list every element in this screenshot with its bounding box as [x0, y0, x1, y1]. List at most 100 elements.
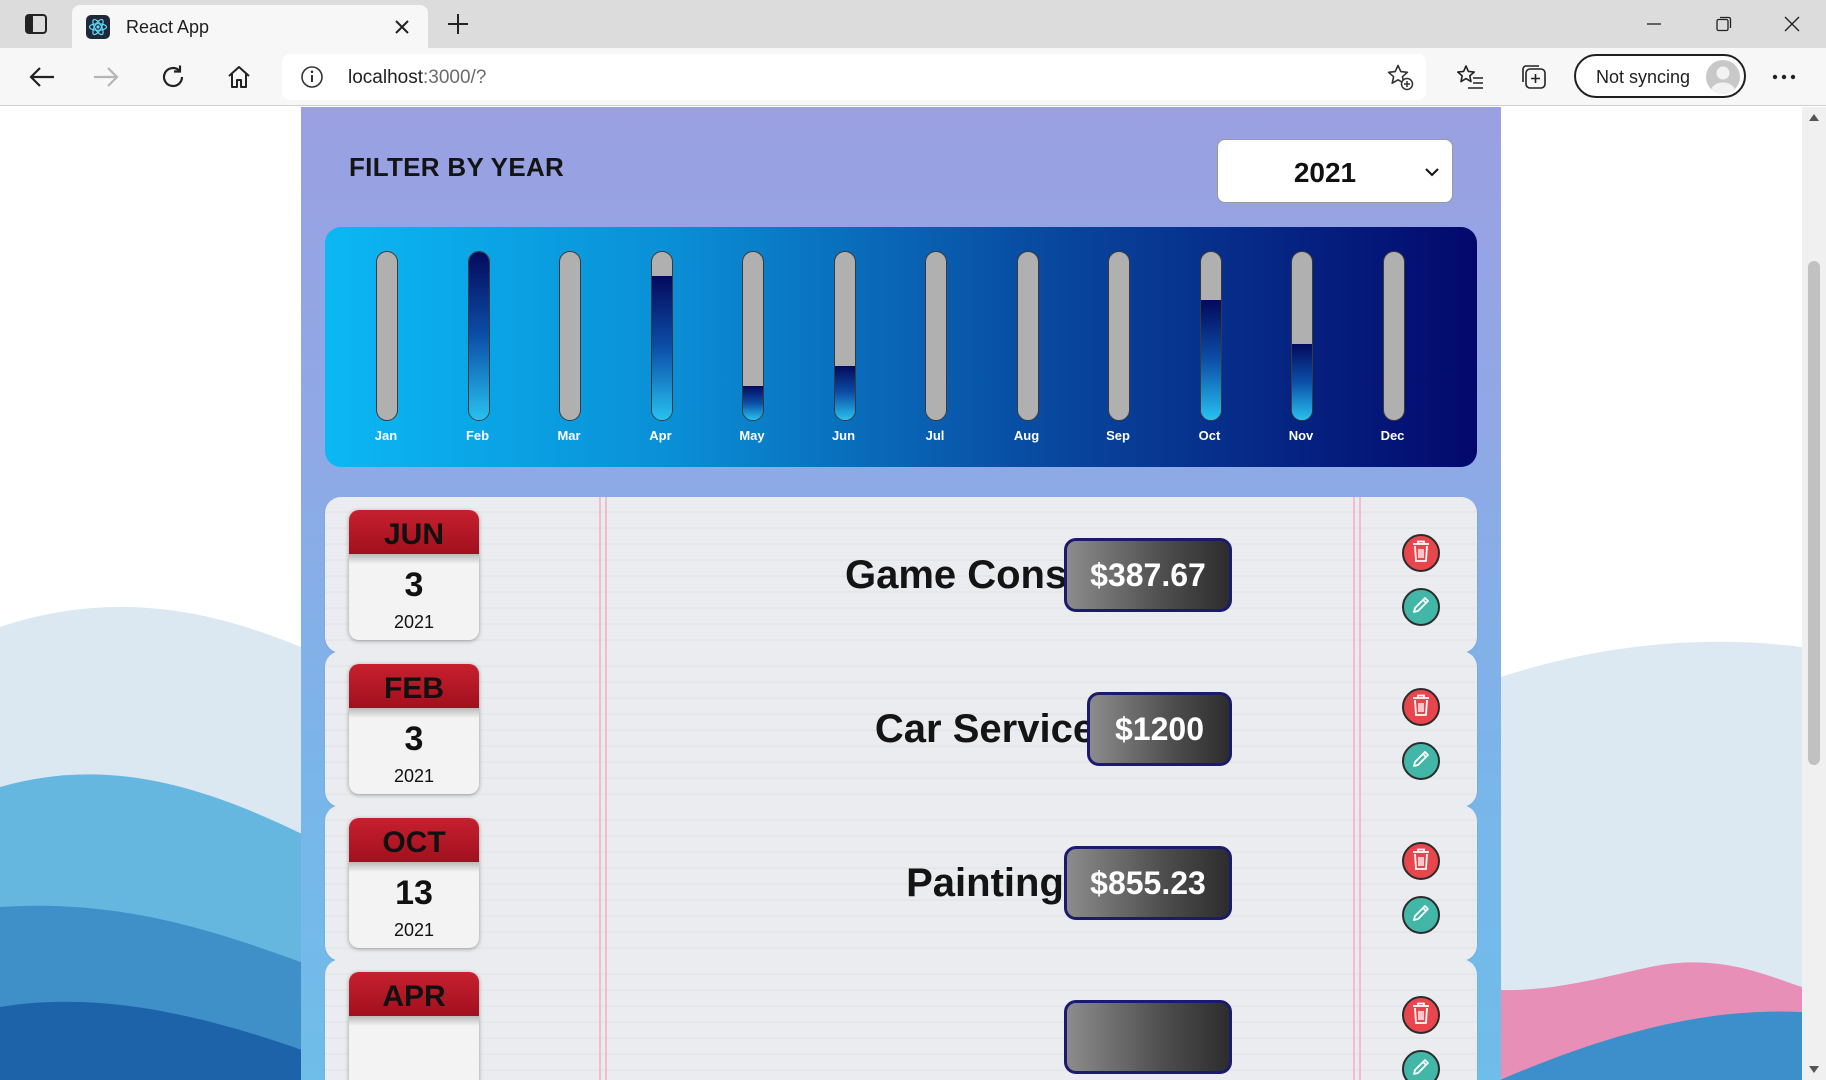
- profile-sync-button[interactable]: Not syncing: [1574, 54, 1746, 98]
- restore-icon[interactable]: [1704, 8, 1744, 40]
- chart-bar-fill: [834, 365, 855, 420]
- chart-bar-track: [925, 251, 947, 421]
- edit-expense-button[interactable]: [1402, 1050, 1440, 1080]
- margin-line: [605, 959, 607, 1080]
- chart-bar-fill: [1200, 300, 1221, 420]
- refresh-icon[interactable]: [155, 59, 191, 95]
- margin-line: [605, 651, 607, 807]
- address-bar[interactable]: localhost:3000/?: [282, 54, 1426, 100]
- more-options-icon[interactable]: [1766, 59, 1802, 95]
- chart-bar-fill: [651, 275, 672, 420]
- sync-label: Not syncing: [1596, 67, 1691, 87]
- trash-icon: [1410, 539, 1432, 568]
- margin-line: [1353, 805, 1355, 961]
- edit-expense-button[interactable]: [1402, 588, 1440, 626]
- delete-expense-button[interactable]: [1402, 842, 1440, 880]
- date-card-shade: [349, 1016, 479, 1026]
- chart-bar-track: [650, 251, 673, 421]
- expense-month: APR: [349, 972, 479, 1016]
- chart-bar-jan: Jan: [338, 251, 434, 443]
- margin-line: [599, 805, 601, 961]
- page-viewport: FILTER BY YEAR 2021 Jan Feb Mar Apr May Jun Ju…: [0, 107, 1802, 1080]
- expense-title: Painting: [906, 861, 1064, 905]
- collections-icon[interactable]: [1516, 59, 1552, 95]
- minimize-icon[interactable]: [1634, 8, 1674, 40]
- date-card-shade: [349, 862, 479, 872]
- scrollbar-thumb[interactable]: [1808, 261, 1820, 765]
- selected-year: 2021: [1293, 157, 1357, 188]
- pencil-icon: [1410, 1056, 1432, 1080]
- close-tab-icon[interactable]: [388, 13, 416, 41]
- new-tab-icon[interactable]: [442, 8, 474, 40]
- expense-date: APR: [349, 972, 479, 1080]
- expense-month: JUN: [349, 510, 479, 554]
- expenses-panel: FILTER BY YEAR 2021 Jan Feb Mar Apr May Jun Ju…: [301, 107, 1501, 1080]
- edit-expense-button[interactable]: [1402, 742, 1440, 780]
- chart-bar-aug: Aug: [979, 251, 1075, 443]
- browser-tab[interactable]: React App: [72, 5, 428, 48]
- site-info-icon[interactable]: [300, 65, 324, 89]
- expense-day: 3: [404, 566, 424, 604]
- margin-line: [599, 497, 601, 653]
- scroll-up-icon[interactable]: [1808, 111, 1820, 123]
- date-card-shade: [349, 708, 479, 718]
- chart-bar-fill: [468, 252, 489, 420]
- close-window-icon[interactable]: [1772, 8, 1812, 40]
- add-favorite-icon[interactable]: [1386, 63, 1414, 91]
- chart-bar-track: [742, 251, 764, 421]
- delete-expense-button[interactable]: [1402, 996, 1440, 1034]
- page-scrollbar[interactable]: [1802, 107, 1826, 1080]
- expense-year: 2021: [393, 766, 435, 786]
- delete-expense-button[interactable]: [1402, 688, 1440, 726]
- expense-day: 13: [395, 874, 433, 912]
- chart-bar-label: Nov: [1288, 428, 1314, 443]
- edit-expense-button[interactable]: [1402, 896, 1440, 934]
- chart-bar-mar: Mar: [521, 251, 617, 443]
- tab-title: React App: [126, 17, 210, 37]
- chart-bar-label: Sep: [1106, 428, 1130, 443]
- expense-title: Game Console: [844, 553, 1126, 597]
- expense-amount: $387.67: [1064, 538, 1232, 612]
- browser-toolbar: localhost:3000/? Not syncing: [0, 48, 1826, 106]
- chart-bar-track: [1382, 251, 1405, 421]
- delete-expense-button[interactable]: [1402, 534, 1440, 572]
- expense-month: OCT: [349, 818, 479, 862]
- chart-bar-label: Apr: [649, 428, 672, 443]
- filter-by-year-label: FILTER BY YEAR: [349, 152, 565, 182]
- pencil-icon: [1410, 594, 1432, 621]
- url-text[interactable]: localhost:3000/?: [348, 67, 486, 89]
- expense-amount: $855.23: [1064, 846, 1232, 920]
- chart-bar-label: Jul: [925, 428, 945, 443]
- pencil-icon: [1410, 902, 1432, 929]
- chart-bar-sep: Sep: [1070, 251, 1166, 443]
- trash-icon: [1410, 693, 1432, 722]
- expense-date: JUN 3 2021: [349, 510, 479, 640]
- home-icon[interactable]: [221, 59, 257, 95]
- chart-bar-oct: Oct: [1162, 251, 1258, 443]
- chart-bar-track: [376, 251, 398, 421]
- chart-bar-label: Oct: [1198, 428, 1221, 443]
- expense-amount: [1064, 1000, 1232, 1074]
- margin-line: [1359, 805, 1361, 961]
- favorites-icon[interactable]: [1452, 59, 1488, 95]
- tab-actions-icon[interactable]: [20, 12, 52, 36]
- browser-tab-bar: React App: [0, 0, 1826, 48]
- chart-bar-apr: Apr: [613, 251, 709, 443]
- year-dropdown[interactable]: 2021: [1217, 139, 1453, 203]
- margin-line: [1359, 959, 1361, 1080]
- expense-item: JUN 3 2021 Game Console $387.67: [325, 497, 1477, 653]
- chart-bar-label: Mar: [557, 428, 581, 443]
- forward-icon[interactable]: [88, 59, 124, 95]
- chart-bar-label: Dec: [1380, 428, 1405, 443]
- margin-line: [599, 959, 601, 1080]
- expense-date: OCT 13 2021: [349, 818, 479, 948]
- expense-day: 3: [404, 720, 424, 758]
- url-host: localhost: [348, 67, 423, 88]
- chart-bar-fill: [743, 386, 763, 420]
- expense-year: 2021: [393, 920, 435, 940]
- chart-bar-track: [1291, 251, 1313, 421]
- expense-title: Car Service: [874, 707, 1096, 751]
- back-icon[interactable]: [24, 59, 60, 95]
- scroll-down-icon[interactable]: [1808, 1064, 1820, 1076]
- chart-bar-track: [1016, 251, 1039, 421]
